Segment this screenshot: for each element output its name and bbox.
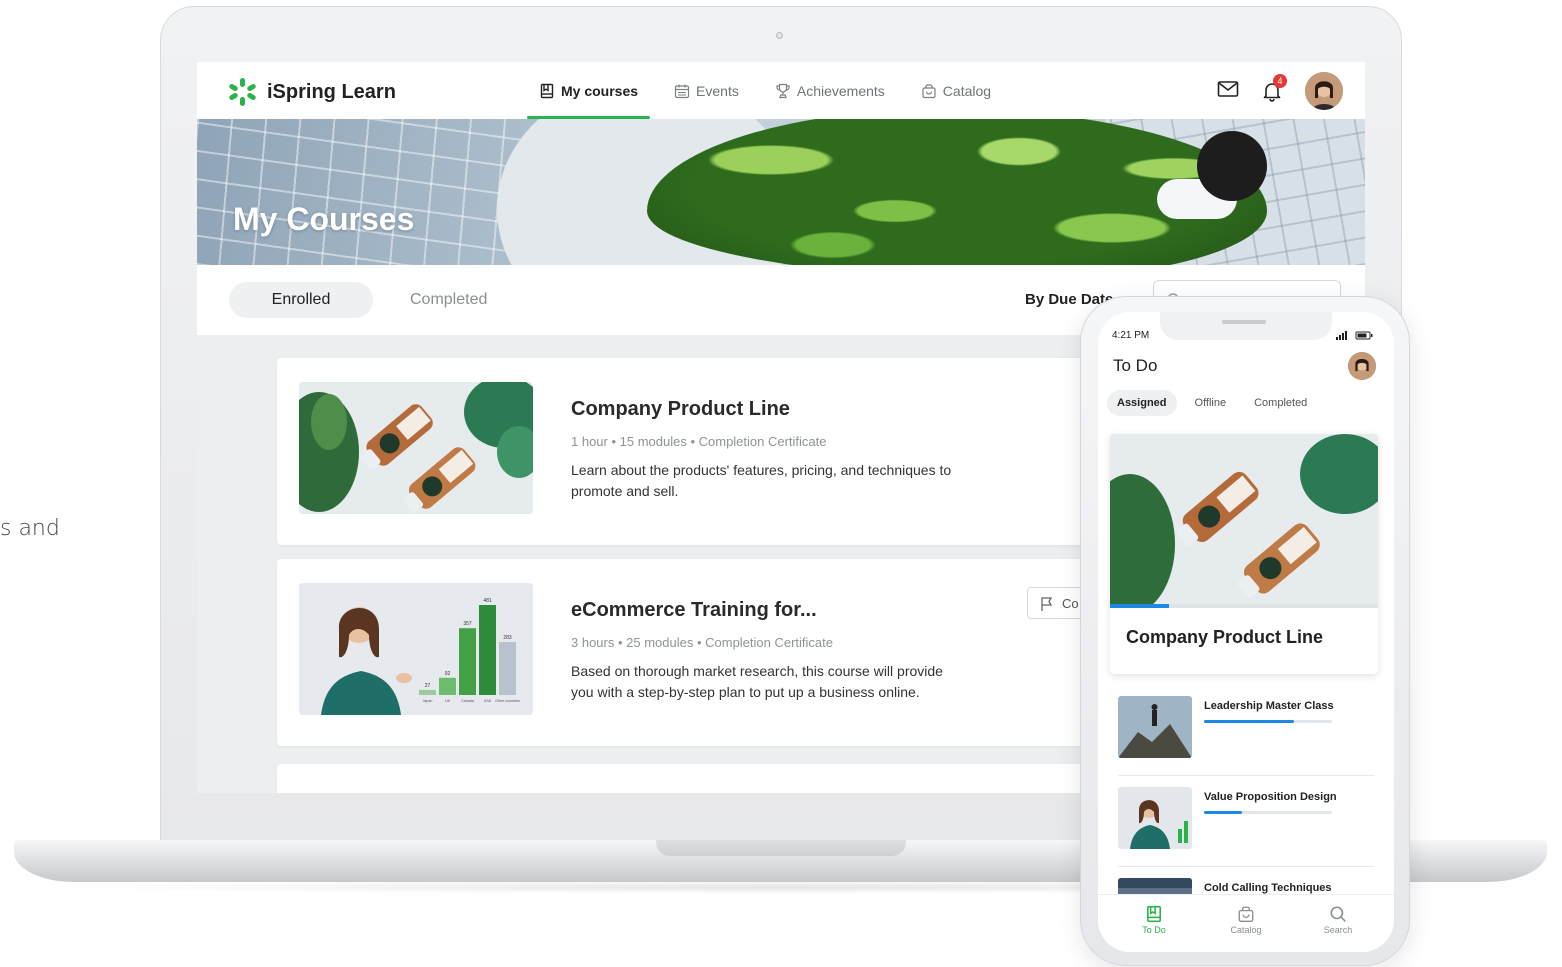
list-item[interactable]: Leadership Master Class <box>1118 686 1374 776</box>
phone-tabs: Assigned Offline Completed <box>1107 390 1317 416</box>
status-time: 4:21 PM <box>1112 330 1150 341</box>
list-item-title: Cold Calling Techniques <box>1204 882 1332 894</box>
flag-icon <box>1041 597 1053 611</box>
course-thumbnail <box>299 382 533 514</box>
page-title: My Courses <box>233 201 415 237</box>
laptop-camera <box>776 32 783 39</box>
course-description: Based on thorough market research, this … <box>571 663 943 700</box>
nav-my-courses[interactable]: My courses <box>527 62 651 119</box>
phone-tab-offline[interactable]: Offline <box>1185 390 1237 416</box>
list-item[interactable]: Value Proposition Design <box>1118 777 1374 867</box>
nav-label: Catalog <box>942 82 992 99</box>
tab-completed[interactable]: Completed <box>410 282 487 318</box>
app-name: iSpring Learn <box>267 80 396 103</box>
bag-icon <box>921 83 937 99</box>
course-meta: 1 hour • 15 modules • Completion Certifi… <box>571 434 827 449</box>
course-description: Learn about the products' features, pric… <box>571 462 952 499</box>
nav-label: My courses <box>561 82 639 99</box>
course-card[interactable]: 27 Japan 92 UK 357 Canada 481 USA 283 Other count… <box>277 559 1157 746</box>
bottom-nav-label: Catalog <box>1230 925 1262 935</box>
flag-button-label: Co <box>1062 596 1079 611</box>
thumb-chart-bar <box>479 605 496 695</box>
thumb-chart-bar <box>459 628 476 695</box>
book-icon <box>539 83 555 99</box>
thumb-chart-category: UK <box>445 699 451 703</box>
laptop-notch <box>656 840 906 856</box>
course-thumbnail: 27 Japan 92 UK 357 Canada 481 USA 283 Other count… <box>299 583 533 715</box>
thumb-chart-value: 283 <box>503 635 512 641</box>
nav-catalog[interactable]: Catalog <box>909 62 1003 119</box>
calendar-icon <box>674 83 690 99</box>
bottom-nav-catalog[interactable]: Catalog <box>1216 895 1276 952</box>
bag-icon <box>1238 906 1254 922</box>
tab-enrolled[interactable]: Enrolled <box>229 282 373 318</box>
banner-person <box>1197 131 1267 201</box>
mail-icon[interactable] <box>1217 80 1239 103</box>
featured-course-card[interactable]: Company Product Line <box>1110 434 1378 674</box>
top-header: iSpring Learn My courses Events Achievem… <box>197 62 1365 119</box>
phone-title: To Do <box>1113 356 1158 375</box>
thumb-chart-category: Other countries <box>495 699 520 703</box>
search-icon <box>1330 906 1346 922</box>
ispring-logo-icon <box>228 78 257 106</box>
list-item-title: Value Proposition Design <box>1204 791 1337 803</box>
featured-course-image <box>1110 434 1378 614</box>
thumb-chart-value: 92 <box>445 671 451 677</box>
featured-course-title: Company Product Line <box>1126 627 1324 647</box>
thumb-chart-bar <box>419 689 436 695</box>
phone-screen: 4:21 PM To Do Assigned Offline Completed… <box>1098 312 1394 952</box>
phone-tab-completed[interactable]: Completed <box>1244 390 1317 416</box>
course-card[interactable]: Company Product Line 1 hour • 15 modules… <box>277 358 1157 545</box>
course-meta: 3 hours • 25 modules • Completion Certif… <box>571 635 834 650</box>
thumb-chart-bar <box>499 642 516 695</box>
thumb-chart-value: 481 <box>483 598 492 604</box>
nav-events[interactable]: Events <box>662 62 751 119</box>
list-item-title: Leadership Master Class <box>1204 700 1334 712</box>
notification-badge: 4 <box>1273 74 1287 88</box>
phone-avatar[interactable] <box>1348 352 1376 380</box>
nav-achievements[interactable]: Achievements <box>763 62 897 119</box>
bottom-nav-todo[interactable]: To Do <box>1124 895 1184 952</box>
thumb-chart-value: 357 <box>463 621 472 627</box>
header-actions: 4 <box>1217 72 1343 110</box>
notifications-button[interactable]: 4 <box>1261 74 1287 102</box>
featured-course-progress <box>1110 604 1378 608</box>
nav-label: Achievements <box>796 82 885 99</box>
list-item-progress <box>1204 720 1332 723</box>
book-icon <box>1147 905 1161 923</box>
bottom-nav-label: Search <box>1323 925 1353 935</box>
thumb-chart-category: USA <box>484 699 492 703</box>
course-title[interactable]: Company Product Line <box>571 398 790 421</box>
course-card[interactable] <box>277 764 1157 793</box>
thumb-chart-category: Japan <box>423 699 433 703</box>
app-logo[interactable]: iSpring Learn <box>228 78 396 106</box>
trophy-icon <box>775 83 791 99</box>
user-avatar[interactable] <box>1305 72 1343 110</box>
thumb-chart-value: 27 <box>425 683 431 689</box>
bottom-nav-search[interactable]: Search <box>1308 895 1368 952</box>
list-item-thumbnail <box>1118 787 1192 849</box>
thumb-chart-bar <box>439 677 456 695</box>
side-text: s and <box>0 516 60 541</box>
thumb-chart-category: Canada <box>461 699 474 703</box>
phone-tab-assigned[interactable]: Assigned <box>1107 390 1177 416</box>
list-item-thumbnail <box>1118 696 1192 758</box>
course-title[interactable]: eCommerce Training for... <box>571 599 817 622</box>
hero-banner: My Courses <box>197 119 1365 265</box>
signal-battery-icon <box>1336 330 1376 343</box>
phone-bottom-nav: To Do Catalog Search <box>1098 894 1394 952</box>
bottom-nav-label: To Do <box>1142 925 1166 935</box>
list-item-progress <box>1204 811 1332 814</box>
phone-notch <box>1160 312 1332 340</box>
main-nav: My courses Events Achievements Catalog <box>527 62 1015 119</box>
nav-label: Events <box>696 82 739 99</box>
